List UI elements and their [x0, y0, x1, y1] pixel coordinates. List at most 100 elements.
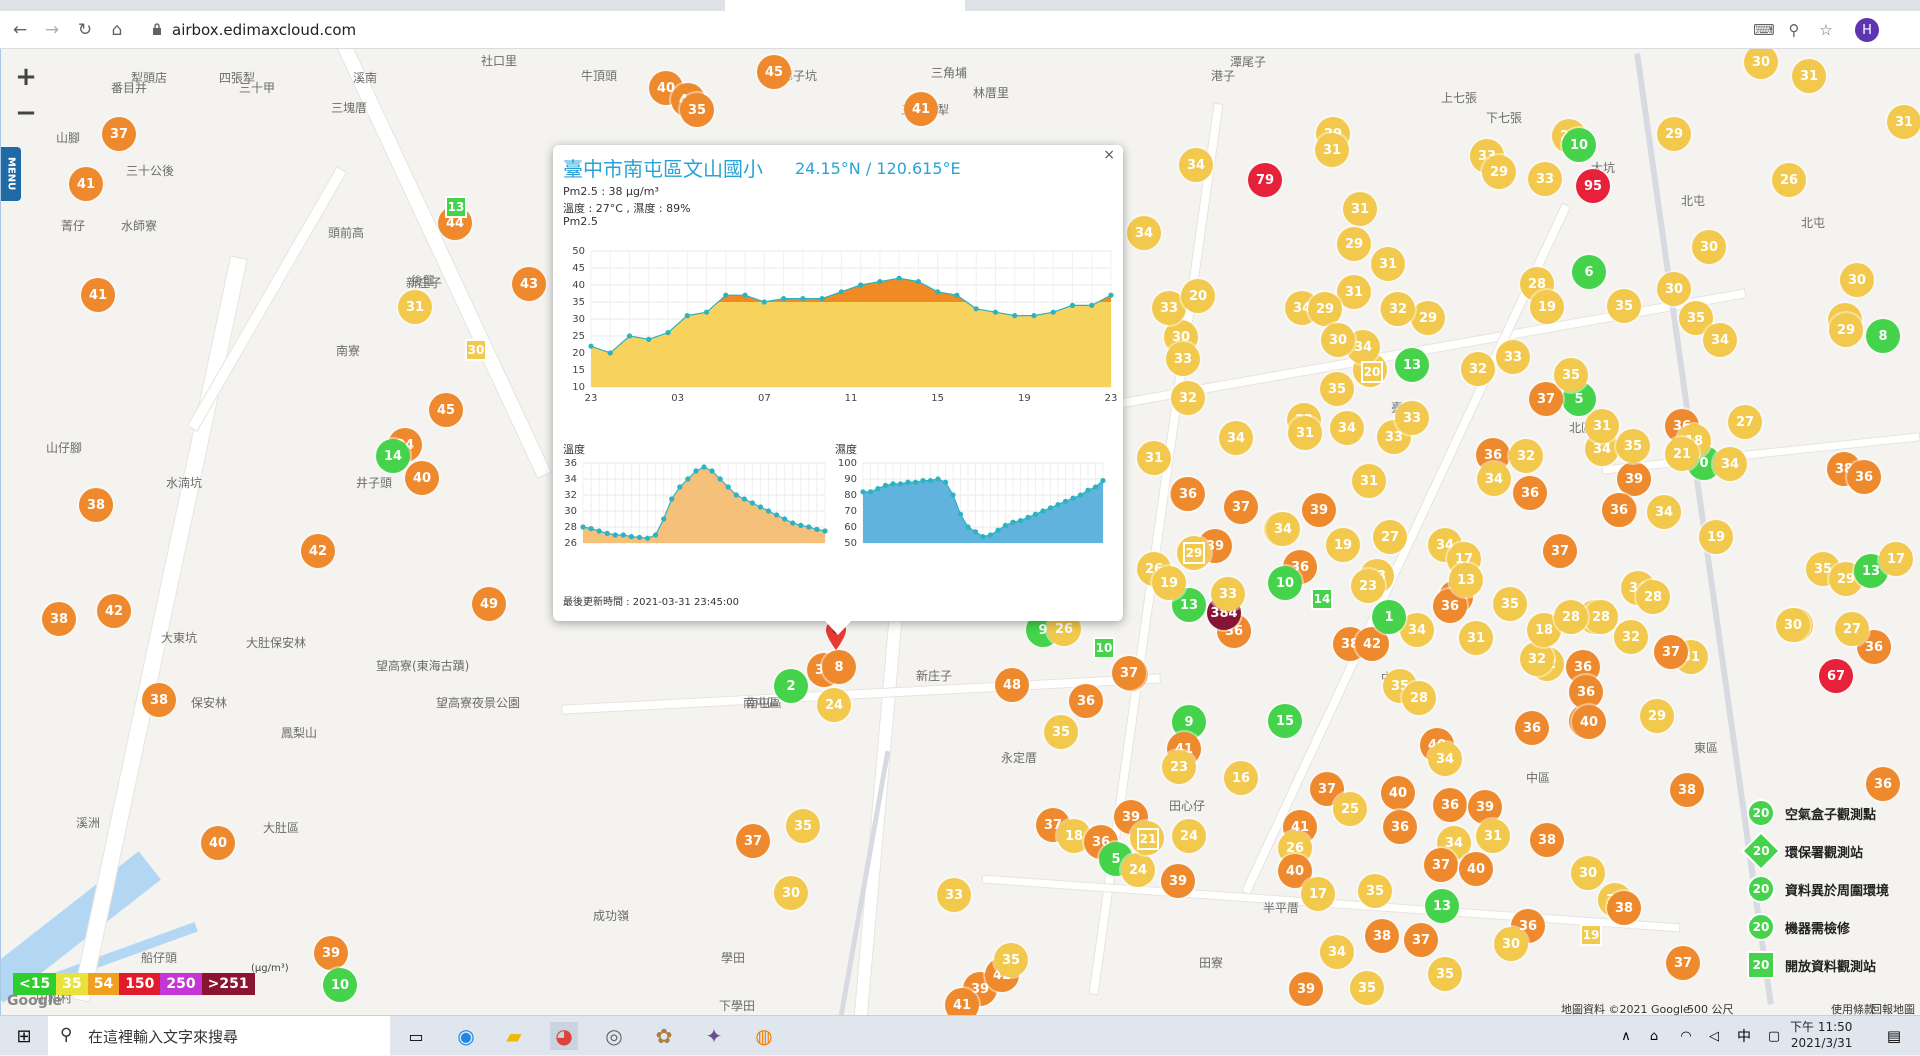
aq-marker[interactable]: 29: [1308, 292, 1342, 326]
volume-icon[interactable]: ◁: [1700, 1022, 1728, 1050]
aq-marker[interactable]: 19: [1326, 528, 1360, 562]
aq-marker[interactable]: 32: [1461, 352, 1495, 386]
aq-marker[interactable]: 35: [1350, 971, 1384, 1005]
aq-marker[interactable]: 19: [1699, 520, 1733, 554]
aq-marker[interactable]: 29: [1640, 699, 1674, 733]
aq-marker[interactable]: 34: [1179, 148, 1213, 182]
chevron-up-icon[interactable]: ∧: [1612, 1022, 1640, 1050]
aq-marker[interactable]: 37: [1654, 635, 1688, 669]
aq-marker[interactable]: 29: [1657, 117, 1691, 151]
app-icon[interactable]: ✦: [700, 1022, 728, 1050]
aq-marker[interactable]: 37: [1424, 848, 1458, 882]
aq-marker[interactable]: 35: [1428, 957, 1462, 991]
aq-marker[interactable]: 30: [1571, 856, 1605, 890]
aq-marker[interactable]: 30: [1840, 263, 1874, 297]
aq-marker[interactable]: 28: [1636, 580, 1670, 614]
aq-marker[interactable]: 31: [1476, 819, 1510, 853]
notification-icon[interactable]: ▤: [1880, 1022, 1908, 1050]
aq-marker[interactable]: 19: [1530, 290, 1564, 324]
back-icon[interactable]: ←: [8, 18, 32, 42]
aq-marker[interactable]: 34: [1219, 421, 1253, 455]
aq-marker[interactable]: 27: [1728, 405, 1762, 439]
aq-marker[interactable]: 40: [1572, 705, 1606, 739]
profile-avatar[interactable]: H: [1855, 18, 1879, 42]
epa-station-marker[interactable]: 19: [1580, 924, 1602, 946]
aq-marker[interactable]: 30: [1692, 230, 1726, 264]
aq-marker[interactable]: 48: [995, 668, 1029, 702]
aq-marker[interactable]: 28: [1402, 681, 1436, 715]
active-tab[interactable]: [725, 0, 965, 11]
close-icon[interactable]: ×: [1103, 147, 1115, 163]
aq-marker[interactable]: 40: [1381, 776, 1415, 810]
edge-icon[interactable]: ◉: [452, 1022, 480, 1050]
aq-marker[interactable]: 42: [97, 594, 131, 628]
aq-marker[interactable]: 8: [1866, 319, 1900, 353]
aq-marker[interactable]: 35: [994, 943, 1028, 977]
aq-marker[interactable]: 67: [1819, 659, 1853, 693]
aq-marker[interactable]: 41: [81, 278, 115, 312]
aq-marker[interactable]: 40: [1459, 852, 1493, 886]
aq-marker[interactable]: 37: [1112, 656, 1146, 690]
aq-marker[interactable]: 34: [1713, 447, 1747, 481]
aq-marker[interactable]: 29: [1829, 313, 1863, 347]
aq-marker[interactable]: 36: [1069, 684, 1103, 718]
aq-marker[interactable]: 28: [1584, 600, 1618, 634]
keyboard-icon[interactable]: ▢: [1760, 1022, 1788, 1050]
home-icon[interactable]: ⌂: [105, 18, 129, 42]
wifi-icon[interactable]: ◠: [1672, 1022, 1700, 1050]
aq-marker[interactable]: 15: [1268, 704, 1302, 738]
aq-marker[interactable]: 38: [142, 683, 176, 717]
aq-marker[interactable]: 38: [1530, 823, 1564, 857]
menu-tab[interactable]: MENU: [1, 147, 21, 201]
aq-marker[interactable]: 27: [1373, 520, 1407, 554]
aq-marker[interactable]: 24: [817, 688, 851, 722]
ime-indicator[interactable]: 中: [1730, 1022, 1758, 1050]
aq-marker[interactable]: 36: [1602, 493, 1636, 527]
bookmark-star-icon[interactable]: ☆: [1814, 18, 1838, 42]
aq-marker[interactable]: 30: [1744, 49, 1778, 79]
aq-marker[interactable]: 31: [1585, 409, 1619, 443]
aq-marker[interactable]: 37: [1224, 490, 1258, 524]
report-error-link[interactable]: 回報地圖錯誤: [1871, 1001, 1920, 1015]
aq-marker[interactable]: 39: [1161, 864, 1195, 898]
aq-marker[interactable]: 29: [1411, 301, 1445, 335]
aq-marker[interactable]: 33: [1496, 340, 1530, 374]
aq-marker[interactable]: 35: [680, 93, 714, 127]
aq-marker[interactable]: 34: [1703, 323, 1737, 357]
taskbar-search[interactable]: ⚲ 在這裡輸入文字來搜尋: [48, 1016, 390, 1056]
aq-marker[interactable]: 33: [1166, 342, 1200, 376]
aq-marker[interactable]: 13: [1449, 563, 1483, 597]
aq-marker[interactable]: 30: [774, 876, 808, 910]
aq-marker[interactable]: 37: [1404, 923, 1438, 957]
aq-marker[interactable]: 39: [1302, 493, 1336, 527]
aq-marker[interactable]: 29: [1482, 155, 1516, 189]
aq-marker[interactable]: 39: [1289, 972, 1323, 1006]
epa-station-marker[interactable]: 20: [1361, 361, 1383, 383]
task-view-icon[interactable]: ▭: [402, 1022, 430, 1050]
app-icon[interactable]: ◎: [600, 1022, 628, 1050]
aq-marker[interactable]: 40: [201, 826, 235, 860]
aq-marker[interactable]: 1: [1372, 600, 1406, 634]
aq-marker[interactable]: 32: [1381, 292, 1415, 326]
terms-link[interactable]: 使用條款: [1831, 1001, 1875, 1015]
aq-marker[interactable]: 30: [1321, 323, 1355, 357]
app-icon[interactable]: ◍: [750, 1022, 778, 1050]
clock[interactable]: 下午 11:50 2021/3/31: [1790, 1019, 1852, 1051]
aq-marker[interactable]: 32: [1171, 381, 1205, 415]
translate-icon[interactable]: ⌨: [1752, 18, 1776, 42]
aq-marker[interactable]: 41: [69, 167, 103, 201]
aq-marker[interactable]: 36: [1513, 476, 1547, 510]
aq-marker[interactable]: 30: [1776, 608, 1810, 642]
aq-marker[interactable]: 27: [1835, 612, 1869, 646]
aq-marker[interactable]: 32: [1614, 620, 1648, 654]
epa-station-marker[interactable]: 30: [465, 339, 487, 361]
aq-marker[interactable]: 17: [1301, 877, 1335, 911]
aq-marker[interactable]: 37: [102, 117, 136, 151]
aq-marker[interactable]: 31: [1792, 59, 1826, 93]
aq-marker[interactable]: 17: [1879, 542, 1913, 576]
aq-marker[interactable]: 33: [1528, 162, 1562, 196]
aq-marker[interactable]: 38: [42, 602, 76, 636]
aq-marker[interactable]: 33: [937, 878, 971, 912]
aq-marker[interactable]: 10: [1268, 566, 1302, 600]
aq-marker[interactable]: 35: [1320, 372, 1354, 406]
